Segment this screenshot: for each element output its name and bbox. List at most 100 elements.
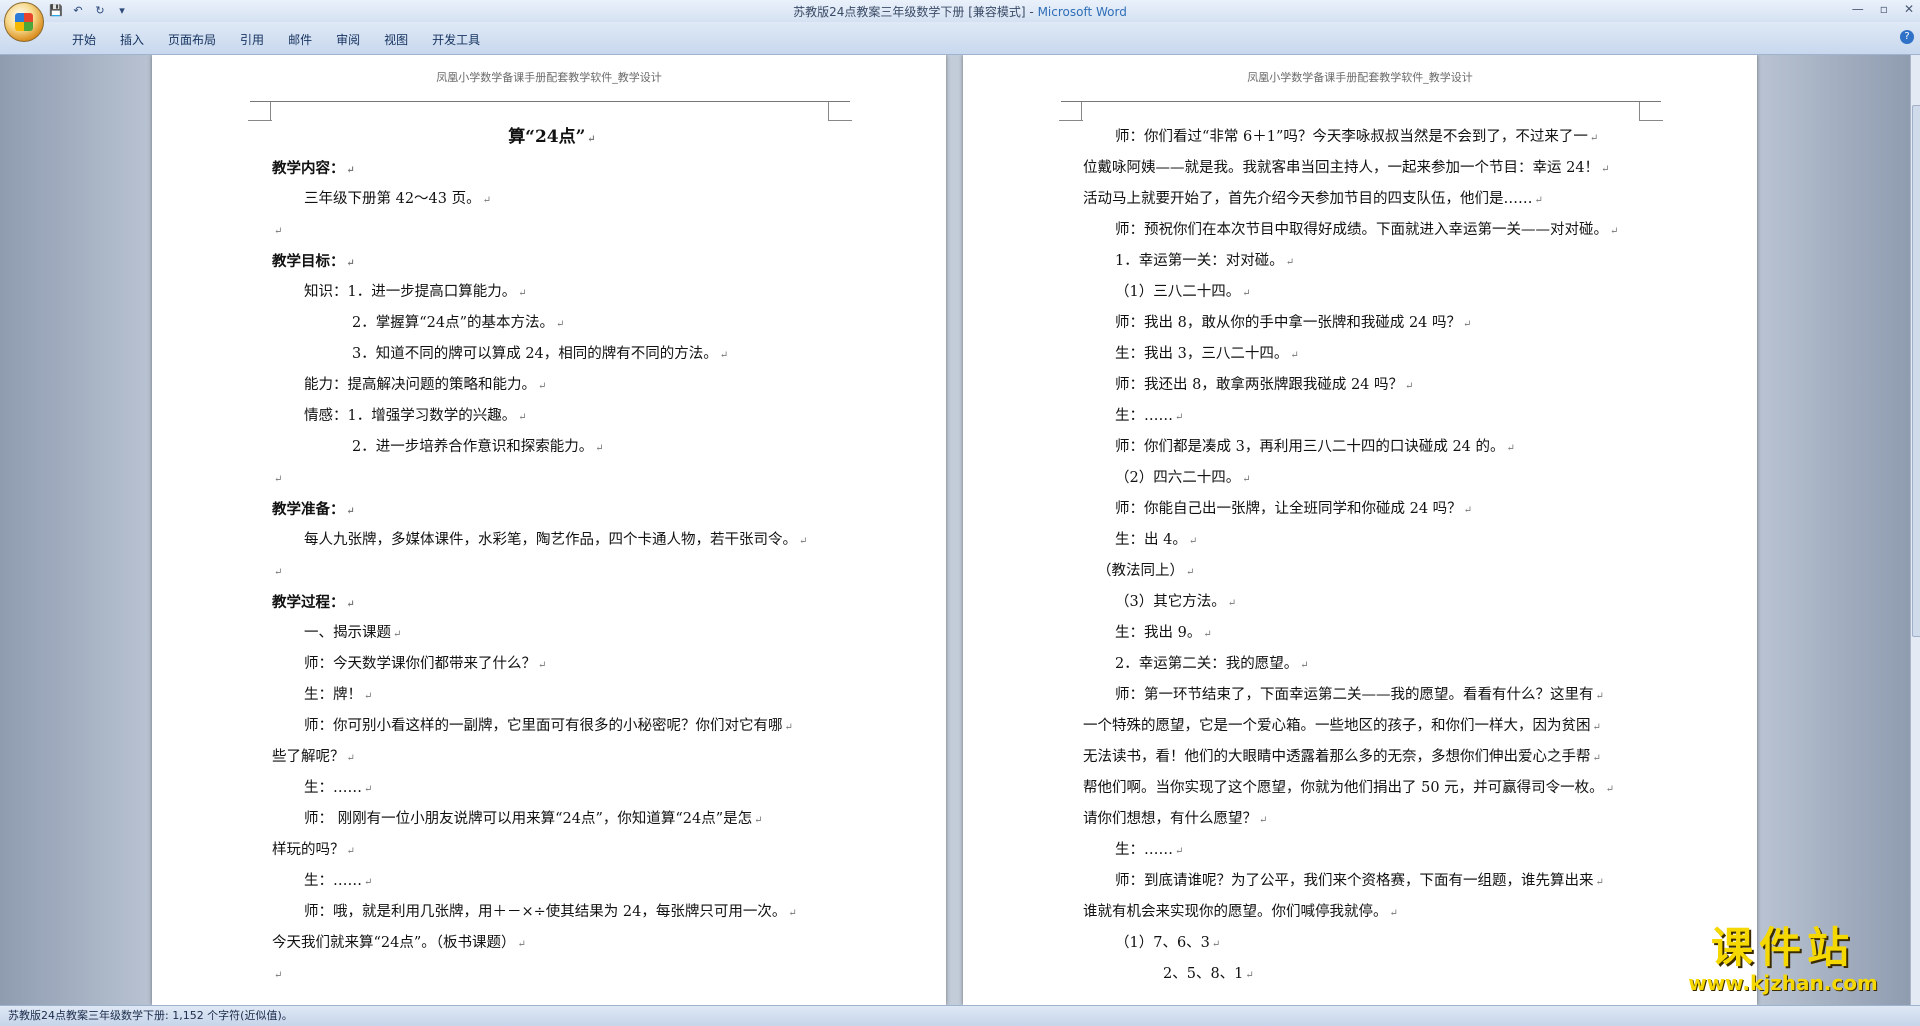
paragraph-mark-icon: ↵ [799, 536, 808, 547]
paragraph-mark-icon: ↵ [1405, 381, 1414, 392]
crop-mark [1639, 101, 1662, 121]
line-text: 师：预祝你们在本次节目中取得好成绩。下面就进入幸运第一关——对对碰。 [1115, 222, 1608, 238]
paragraph-mark-icon: ↵ [556, 319, 565, 330]
tab-review[interactable]: 审阅 [324, 29, 372, 50]
paragraph-mark-icon: ↵ [518, 288, 527, 299]
paragraph-mark-icon: ↵ [595, 443, 604, 454]
paragraph-mark-icon: ↵ [1463, 319, 1472, 330]
line-text: 帮他们啊。当你实现了这个愿望，你就为他们捐出了 50 元，并可赢得司令一枚。 [1083, 780, 1604, 796]
line-text: 师：你能自己出一张牌，让全班同学和你碰成 24 吗？ [1115, 501, 1462, 517]
crop-mark [1059, 120, 1083, 121]
text-line: 教学过程： ↵ [272, 587, 832, 618]
help-icon[interactable]: ? [1900, 30, 1914, 44]
line-text: 些了解呢？ [272, 749, 345, 765]
text-line: 谁就有机会来实现你的愿望。你们喊停我就停。 ↵ [1083, 897, 1643, 928]
paragraph-mark-icon: ↵ [1300, 660, 1309, 671]
paragraph-mark-icon: ↵ [1605, 784, 1615, 795]
text-line: 2．幸运第二关：我的愿望。 ↵ [1083, 649, 1643, 680]
text-line: 教学内容： ↵ [272, 153, 832, 184]
text-line: 生：牌！ ↵ [272, 680, 832, 711]
line-text: 生：…… [1115, 408, 1173, 424]
text-line: （1）三八二十四。 ↵ [1083, 277, 1643, 308]
ribbon-tabs: 开始 插入 页面布局 引用 邮件 审阅 视图 开发工具 [60, 29, 492, 50]
document-workspace: 凤凰小学数学备课手册配套教学软件_教学设计 算“24点” ↵ 教学内容： ↵ 三年级下册… [0, 55, 1910, 1005]
crop-mark [1639, 120, 1663, 121]
vertical-scrollbar[interactable] [1910, 55, 1920, 1005]
paragraph-mark-icon: ↵ [346, 165, 355, 176]
tab-developer[interactable]: 开发工具 [420, 29, 492, 50]
text-line: 三年级下册第 42～43 页。 ↵ [272, 184, 832, 215]
paragraph-mark-icon: ↵ [1389, 908, 1398, 919]
line-text: 活动马上就要开始了，首先介绍今天参加节目的四支队伍，他们是…… [1083, 191, 1533, 207]
paragraph-mark-icon: ↵ [1534, 195, 1543, 206]
office-button[interactable] [4, 2, 44, 42]
text-line: 师：你们看过“非常 6＋1”吗？今天李咏叔叔当然是不会到了，不过来了一 ↵ [1083, 122, 1643, 153]
page-body[interactable]: 算“24点” ↵ 教学内容： ↵ 三年级下册第 42～43 页。 ↵ ↵ 教学目标： ↵ 知识：1… [272, 122, 832, 990]
text-line: 2、5、8、1 ↵ [1083, 959, 1643, 990]
line-text: 位戴咏阿姨——就是我。我就客串当回主持人，一起来参加一个节目：幸运 24！ [1083, 160, 1600, 176]
paragraph-mark-icon: ↵ [587, 134, 596, 145]
line-text: （2）四六二十四。 [1115, 470, 1241, 486]
paragraph-mark-icon: ↵ [1211, 939, 1221, 950]
line-text: 2．进一步培养合作意识和探索能力。 [352, 439, 594, 455]
line-text: 教学内容： [272, 160, 345, 177]
line-text: 请你们想想，有什么愿望？ [1083, 811, 1257, 827]
text-line: （3）其它方法。 ↵ [1083, 587, 1643, 618]
paragraph-mark-icon: ↵ [538, 660, 547, 671]
paragraph-mark-icon: ↵ [1601, 164, 1610, 175]
line-text: （3）其它方法。 [1115, 594, 1226, 610]
text-line: 1．幸运第一关：对对碰。 ↵ [1083, 246, 1643, 277]
paragraph-mark-icon: ↵ [1592, 753, 1601, 764]
paragraph-mark-icon: ↵ [364, 877, 373, 888]
text-line: 活动马上就要开始了，首先介绍今天参加节目的四支队伍，他们是…… ↵ [1083, 184, 1643, 215]
tab-references[interactable]: 引用 [228, 29, 276, 50]
line-text: 师：你们都是凑成 3，再利用三八二十四的口诀碰成 24 的。 [1115, 439, 1505, 455]
paragraph-mark-icon: ↵ [1285, 257, 1295, 268]
scrollbar-thumb[interactable] [1912, 105, 1920, 637]
tab-mailings[interactable]: 邮件 [276, 29, 324, 50]
line-text: 2．幸运第二关：我的愿望。 [1115, 656, 1299, 672]
line-text: 生：牌！ [304, 687, 362, 703]
line-text: 教学过程： [272, 594, 345, 611]
page-body[interactable]: 师：你们看过“非常 6＋1”吗？今天李咏叔叔当然是不会到了，不过来了一 ↵ 位戴咏阿… [1083, 122, 1643, 990]
text-line: 每人九张牌，多媒体课件，水彩笔，陶艺作品，四个卡通人物，若干张司令。 ↵ [272, 525, 832, 556]
paragraph-mark-icon: ↵ [346, 599, 355, 610]
paragraph-mark-icon: ↵ [538, 381, 547, 392]
line-text: 生：我出 9。 [1115, 625, 1202, 641]
maximize-button[interactable]: ▫ [1880, 2, 1888, 16]
paragraph-mark-icon: ↵ [1245, 970, 1254, 981]
paragraph-mark-icon: ↵ [346, 258, 355, 269]
paragraph-mark-icon: ↵ [346, 846, 355, 857]
tab-home[interactable]: 开始 [60, 29, 108, 50]
line-text: （教法同上） [1097, 563, 1184, 579]
app-name: Microsoft Word [1037, 5, 1127, 19]
paragraph-mark-icon: ↵ [364, 784, 373, 795]
minimize-button[interactable]: — [1852, 2, 1864, 16]
paragraph-mark-icon: ↵ [1506, 443, 1515, 454]
tab-view[interactable]: 视图 [372, 29, 420, 50]
close-button[interactable]: ✕ [1904, 2, 1914, 16]
tab-insert[interactable]: 插入 [108, 29, 156, 50]
paragraph-mark-icon: ↵ [274, 567, 283, 578]
paragraph-mark-icon: ↵ [346, 753, 355, 764]
paragraph-mark-icon: ↵ [1595, 691, 1604, 702]
crop-mark [248, 101, 271, 121]
line-text: 教学准备： [272, 501, 345, 518]
status-bar: 苏教版24点教案三年级数学下册: 1,152 个字符(近似值)。 [0, 1005, 1920, 1026]
page-header: 凤凰小学数学备课手册配套教学软件_教学设计 [1247, 71, 1473, 84]
line-text: 师： 刚刚有一位小朋友说牌可以用来算“24点”，你知道算“24点”是怎 [304, 811, 753, 827]
paragraph-mark-icon: ↵ [274, 226, 283, 237]
tab-page-layout[interactable]: 页面布局 [156, 29, 228, 50]
text-line: （教法同上） ↵ [1083, 556, 1643, 587]
text-line: 师：你们都是凑成 3，再利用三八二十四的口诀碰成 24 的。 ↵ [1083, 432, 1643, 463]
document-title: 苏教版24点教案三年级数学下册 [兼容模式] - [793, 5, 1038, 19]
paragraph-mark-icon: ↵ [1186, 567, 1195, 578]
paragraph-mark-icon: ↵ [1188, 536, 1198, 547]
text-line: 师：哦，就是利用几张牌，用＋－×÷使其结果为 24，每张牌只可用一次。 ↵ [272, 897, 832, 928]
crop-mark [1059, 101, 1082, 121]
text-line: （1）7、6、3 ↵ [1083, 928, 1643, 959]
text-line: ↵ [272, 556, 832, 587]
text-line: 今天我们就来算“24点”。（板书课题） ↵ [272, 928, 832, 959]
header-rule [250, 101, 850, 102]
ribbon: 开始 插入 页面布局 引用 邮件 审阅 视图 开发工具 ? [0, 22, 1920, 55]
